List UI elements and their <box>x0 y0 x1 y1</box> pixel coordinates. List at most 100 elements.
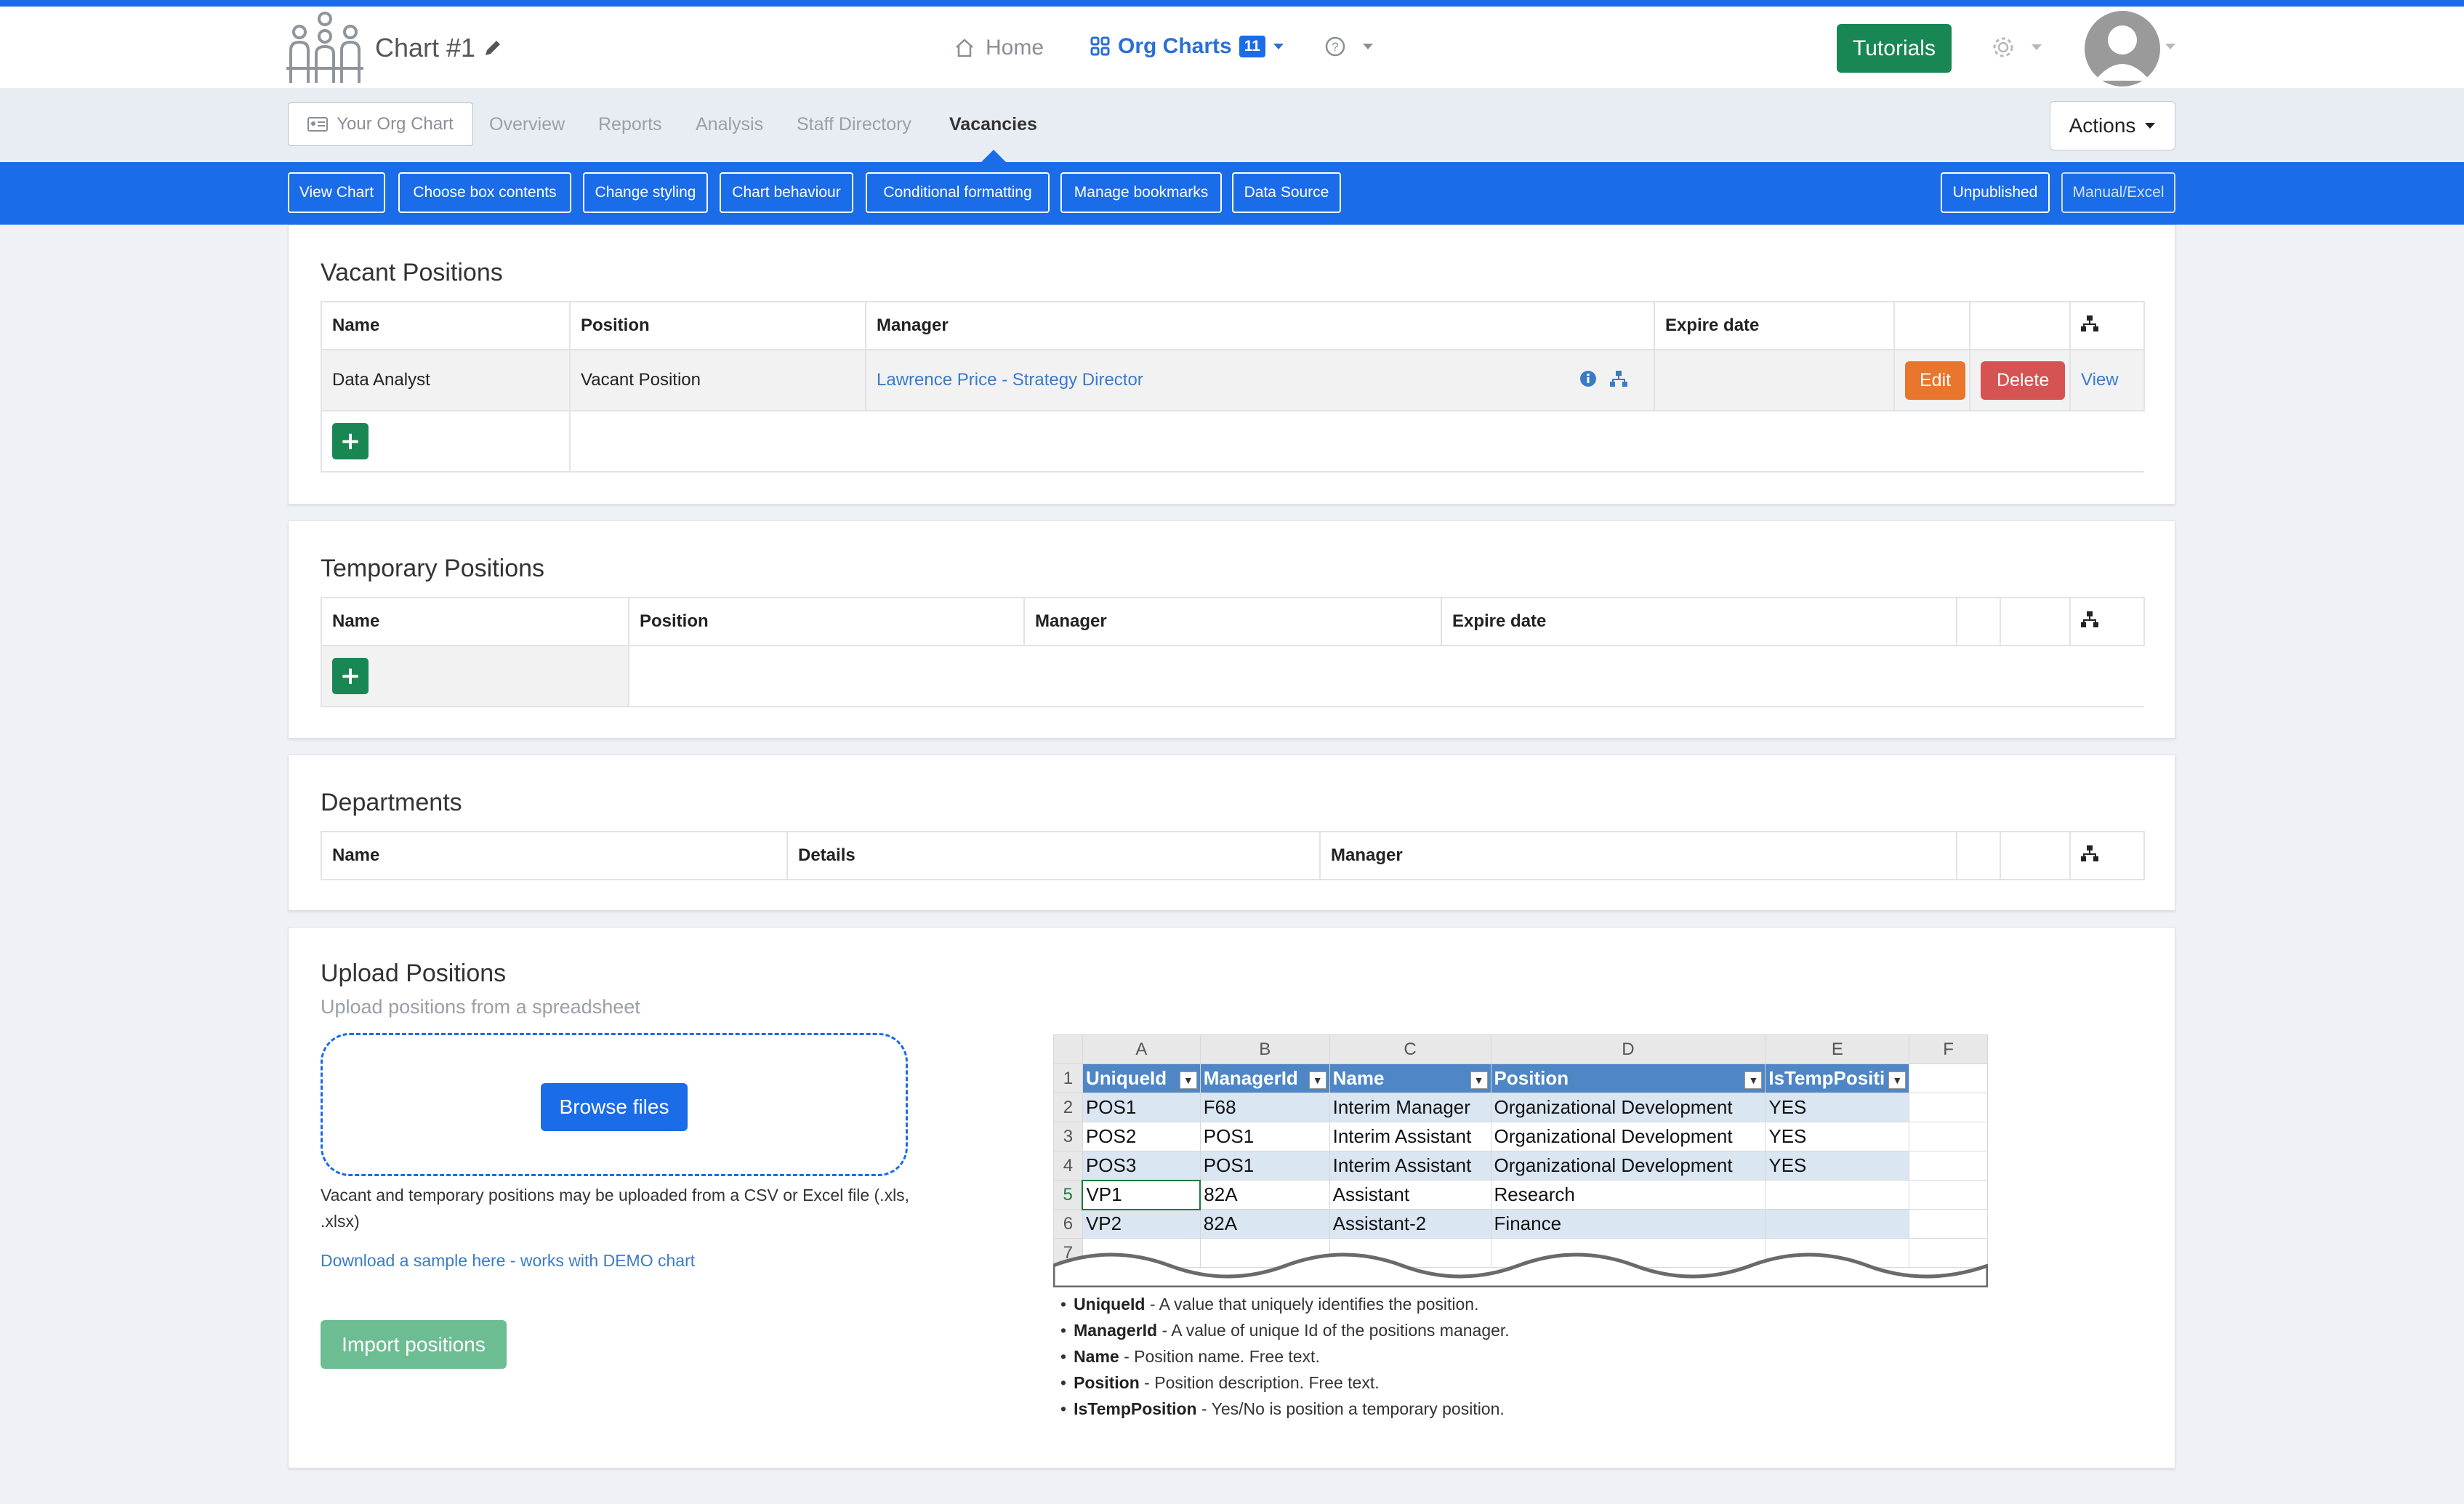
add-temporary-position-button[interactable]: + <box>332 658 369 694</box>
org-chart-logo-icon[interactable] <box>285 10 365 84</box>
spreadsheet-column-letters: A B C D E F <box>1053 1034 1988 1064</box>
list-item: ManagerId - A value of unique Id of the … <box>1060 1317 1510 1343</box>
tab-vacancies[interactable]: Vacancies <box>949 114 1037 135</box>
tab-reports[interactable]: Reports <box>598 114 662 135</box>
departments-title: Departments <box>321 789 462 816</box>
your-org-chart-label: Your Org Chart <box>337 114 454 134</box>
info-icon[interactable] <box>1579 370 1597 387</box>
vacant-positions-title: Vacant Positions <box>321 259 503 286</box>
torn-edge-graphic <box>1053 1252 1988 1287</box>
browse-files-button[interactable]: Browse files <box>541 1083 688 1131</box>
help-dropdown[interactable]: ? <box>1324 36 1374 57</box>
spreadsheet-row: 3 POS2 POS1 Interim Assistant Organizati… <box>1053 1122 1988 1151</box>
col-header-name: Name <box>321 597 629 646</box>
download-sample-link[interactable]: Download a sample here - works with DEMO… <box>321 1251 695 1271</box>
field-descriptions-list: UniqueId - A value that uniquely identif… <box>1060 1291 1510 1422</box>
sitemap-icon[interactable] <box>1610 371 1627 387</box>
user-avatar[interactable] <box>2085 11 2160 87</box>
list-item: IsTempPosition - Yes/No is position a te… <box>1060 1396 1510 1422</box>
spreadsheet-row: 5 VP1 82A Assistant Research <box>1053 1179 1988 1210</box>
col-header-manager: Manager <box>865 301 1655 350</box>
caret-down-icon[interactable] <box>2165 43 2176 50</box>
vacant-positions-table: Name Position Manager Expire date Data A… <box>321 301 2145 472</box>
temporary-positions-card: Temporary Positions Name Position Manage… <box>288 520 2175 739</box>
caret-down-icon <box>2145 123 2156 129</box>
pencil-icon[interactable] <box>483 38 503 58</box>
sitemap-icon <box>2081 845 2098 861</box>
conditional-formatting-button[interactable]: Conditional formatting <box>866 172 1050 213</box>
cell-name: Data Analyst <box>321 349 571 411</box>
active-tab-pointer <box>981 150 1006 162</box>
filter-dropdown-icon: ▼ <box>1179 1071 1197 1089</box>
table-header-row: Name Details Manager <box>321 831 2145 880</box>
spreadsheet-header-row: 1 UniqueId ▼ ManagerId ▼ Name ▼ Position ▼ I… <box>1053 1063 1988 1093</box>
org-charts-count-badge: 11 <box>1239 36 1265 57</box>
nav-org-charts-label: Org Charts <box>1118 34 1232 58</box>
filter-dropdown-icon: ▼ <box>1308 1071 1326 1089</box>
col-header-expire-date: Expire date <box>1654 301 1895 350</box>
col-header-expire-date: Expire date <box>1441 597 1957 646</box>
chart-title[interactable]: Chart #1 <box>375 33 503 63</box>
upload-positions-card: Upload Positions Upload positions from a… <box>288 927 2175 1468</box>
upload-positions-title: Upload Positions <box>321 960 507 987</box>
add-row: + <box>321 410 2144 472</box>
tab-analysis[interactable]: Analysis <box>696 114 763 135</box>
id-card-icon <box>307 117 329 132</box>
filter-dropdown-icon: ▼ <box>1744 1071 1763 1089</box>
nav-home-link[interactable]: Home <box>954 36 1044 60</box>
gear-icon <box>1993 37 2013 57</box>
nav-org-charts-dropdown[interactable]: Org Charts 11 <box>1090 34 1284 59</box>
svg-text:?: ? <box>1332 40 1338 54</box>
filter-dropdown-icon: ▼ <box>1470 1071 1488 1089</box>
top-accent-bar <box>0 0 2464 7</box>
manual-excel-status-button[interactable]: Manual/Excel <box>2061 172 2175 213</box>
import-positions-button[interactable]: Import positions <box>321 1320 507 1369</box>
view-link[interactable]: View <box>2081 370 2119 390</box>
upload-note: Vacant and temporary positions may be up… <box>321 1186 910 1231</box>
tab-overview[interactable]: Overview <box>489 114 565 135</box>
cell-expire-date <box>1654 349 1895 411</box>
tab-staff-directory[interactable]: Staff Directory <box>797 114 911 135</box>
file-dropzone[interactable]: Browse files <box>321 1033 908 1176</box>
chart-subnav: Your Org Chart Overview Reports Analysis… <box>0 88 2464 162</box>
home-icon <box>956 39 973 57</box>
help-icon: ? <box>1325 36 1345 57</box>
settings-dropdown[interactable] <box>1992 36 2042 59</box>
manager-link[interactable]: Lawrence Price - Strategy Director <box>877 370 1143 390</box>
col-header-manager: Manager <box>1023 597 1442 646</box>
sitemap-icon <box>2081 315 2098 331</box>
table-header-row: Name Position Manager Expire date <box>321 597 2145 646</box>
grid-icon <box>1090 36 1110 56</box>
filter-dropdown-icon: ▼ <box>1888 1071 1907 1089</box>
edit-button[interactable]: Edit <box>1905 361 1966 400</box>
your-org-chart-button[interactable]: Your Org Chart <box>288 102 473 146</box>
col-header-position: Position <box>628 597 1025 646</box>
table-header-row: Name Position Manager Expire date <box>321 301 2145 350</box>
actions-label: Actions <box>2069 114 2136 137</box>
manage-bookmarks-button[interactable]: Manage bookmarks <box>1060 172 1222 213</box>
col-header-org-tree <box>2069 301 2145 350</box>
caret-down-icon <box>1363 44 1373 49</box>
list-item: Position - Position description. Free te… <box>1060 1370 1510 1396</box>
view-chart-button[interactable]: View Chart <box>288 172 385 213</box>
actions-dropdown-button[interactable]: Actions <box>2050 101 2175 150</box>
tutorials-button[interactable]: Tutorials <box>1837 24 1952 73</box>
chart-title-text: Chart #1 <box>375 33 476 63</box>
spreadsheet-row: 6 VP2 82A Assistant-2 Finance <box>1053 1209 1988 1239</box>
col-header-org-tree <box>2069 831 2145 880</box>
change-styling-button[interactable]: Change styling <box>583 172 708 213</box>
chart-behaviour-button[interactable]: Chart behaviour <box>720 172 853 213</box>
caret-down-icon <box>2032 44 2042 50</box>
choose-box-contents-button[interactable]: Choose box contents <box>398 172 571 213</box>
delete-button[interactable]: Delete <box>1981 361 2066 400</box>
add-vacant-position-button[interactable]: + <box>332 423 369 459</box>
cell-position: Vacant Position <box>569 349 866 411</box>
spreadsheet-row: 2 POS1 F68 Interim Manager Organizationa… <box>1053 1093 1988 1122</box>
table-row[interactable]: Data Analyst Vacant Position Lawrence Pr… <box>321 349 2145 411</box>
col-header-org-tree <box>2069 597 2145 646</box>
sitemap-icon <box>2081 611 2098 627</box>
data-source-button[interactable]: Data Source <box>1232 172 1341 213</box>
unpublished-status-button[interactable]: Unpublished <box>1941 172 2050 213</box>
spreadsheet-row: 4 POS3 POS1 Interim Assistant Organizati… <box>1053 1151 1988 1181</box>
upload-positions-subtitle: Upload positions from a spreadsheet <box>321 996 640 1018</box>
